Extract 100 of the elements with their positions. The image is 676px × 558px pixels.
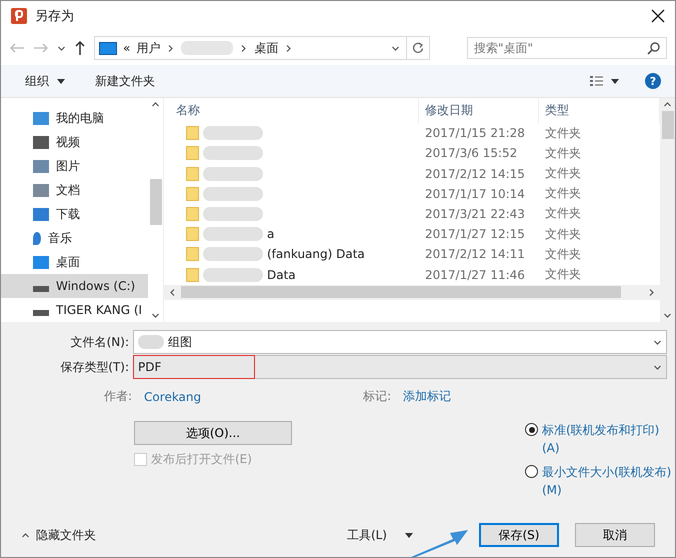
chevron-icon — [239, 44, 248, 52]
redaction-blur — [203, 166, 263, 181]
folder-icon — [186, 166, 199, 181]
redaction-blur — [203, 126, 263, 140]
radio-option[interactable]: 最小文件大小(联机发布)(M) — [525, 463, 675, 499]
author-link[interactable]: Corekang — [144, 390, 202, 404]
scrollbar[interactable] — [660, 98, 675, 322]
add-tags-link[interactable]: 添加标记 — [403, 388, 452, 405]
table-cell-text: 文件夹 — [544, 226, 582, 243]
filename-field[interactable]: 组图 — [133, 330, 667, 354]
sidebar-item[interactable]: 音乐 — [1, 226, 148, 250]
organize-menu[interactable]: 组织 — [25, 72, 49, 90]
app-icon — [11, 8, 27, 24]
drive-icon — [33, 310, 49, 316]
sidebar-item[interactable]: 桌面 — [1, 250, 148, 274]
table-cell-text: 2017/1/17 10:14 — [424, 186, 526, 201]
dropdown-icon[interactable] — [653, 362, 662, 372]
table-cell-text: 2017/1/15 21:28 — [424, 126, 526, 140]
table-cell-text: 文件夹 — [544, 124, 582, 142]
folder-icon — [186, 146, 199, 160]
tools-menu[interactable]: 工具(L) — [346, 526, 387, 544]
chevron-icon — [284, 44, 294, 52]
breadcrumb-separator: « — [123, 41, 130, 55]
redaction-blur — [203, 227, 263, 242]
folder-icon — [186, 227, 199, 242]
column-header[interactable]: 修改日期 — [419, 98, 539, 124]
table-cell-text: 2017/2/12 14:11 — [424, 247, 526, 262]
folder-icon — [186, 206, 199, 221]
table-cell-text: 2017/2/12 14:15 — [424, 166, 526, 181]
table-cell-text: 文件夹 — [544, 144, 582, 162]
monitor-icon — [99, 42, 117, 54]
refresh-icon[interactable] — [412, 42, 424, 54]
redaction-blur — [203, 247, 263, 262]
folder-icon — [186, 186, 199, 201]
folder-icon — [186, 268, 199, 282]
folder-icon — [186, 126, 199, 140]
file-type-dropdown[interactable]: PDF — [133, 355, 667, 379]
caret-icon[interactable] — [405, 532, 413, 538]
redaction-blur — [203, 206, 263, 221]
options-button[interactable]: 选项(O)... — [134, 421, 292, 445]
table-cell-text: 文件夹 — [544, 246, 582, 263]
scroll-right-icon[interactable] — [647, 288, 656, 297]
sidebar-item[interactable]: 视频 — [1, 130, 148, 154]
save-button[interactable]: 保存(S) — [479, 523, 559, 547]
scroll-down-icon[interactable] — [151, 311, 160, 320]
monitor-icon — [33, 112, 49, 124]
address-bar[interactable]: « 用户 桌面 — [94, 36, 430, 60]
scroll-thumb[interactable] — [662, 111, 674, 139]
dropdown-icon[interactable] — [653, 338, 662, 346]
breadcrumb-item[interactable]: 用户 — [136, 40, 160, 56]
caret-icon[interactable] — [57, 78, 65, 84]
caret-icon[interactable] — [57, 44, 66, 52]
folder-icon — [186, 247, 199, 262]
sidebar-item[interactable]: 文档 — [1, 178, 148, 202]
table-cell-text: 2017/3/21 22:43 — [424, 206, 526, 221]
redaction-blur — [203, 186, 263, 201]
chevron-up-icon[interactable] — [21, 530, 30, 540]
file-name[interactable]: Data — [267, 268, 296, 282]
radio-option[interactable]: 标准(联机发布和打印)(A) — [525, 421, 675, 457]
scroll-up-icon[interactable] — [151, 100, 160, 109]
close-icon[interactable] — [651, 9, 665, 23]
hide-folders-button[interactable]: 隐藏文件夹 — [36, 526, 96, 544]
sidebar-item[interactable]: 我的电脑 — [1, 106, 148, 130]
sidebar-item[interactable]: 图片 — [1, 154, 148, 178]
view-options-icon[interactable] — [589, 75, 619, 87]
drive-icon — [33, 286, 49, 292]
cancel-button[interactable]: 取消 — [575, 523, 655, 547]
table-cell-text: 文件夹 — [544, 185, 582, 202]
table-cell-text: 文件夹 — [544, 205, 582, 222]
scroll-left-icon[interactable] — [168, 288, 177, 297]
column-header[interactable]: 名称 — [164, 98, 419, 124]
search-field[interactable]: 搜索"桌面" — [467, 37, 667, 59]
desktop-icon — [33, 256, 49, 268]
breadcrumb-item[interactable]: 桌面 — [254, 40, 278, 56]
new-folder-button[interactable]: 新建文件夹 — [95, 72, 155, 90]
field-label: 保存类型(T): — [59, 358, 130, 376]
scroll-thumb[interactable] — [150, 179, 162, 225]
up-arrow-icon[interactable] — [74, 40, 86, 56]
help-icon[interactable]: ? — [645, 73, 661, 89]
table-cell-text: 2017/1/27 12:15 — [424, 227, 526, 242]
chevron-icon — [166, 44, 176, 52]
file-name[interactable]: (fankuang) Data — [267, 247, 365, 262]
table-cell-text: 文件夹 — [544, 165, 582, 182]
sidebar-item[interactable]: TIGER KANG (I — [1, 298, 148, 322]
scrollbar[interactable] — [164, 284, 660, 300]
scroll-down-icon[interactable] — [663, 311, 672, 320]
redaction-blur — [181, 41, 234, 55]
scroll-up-icon[interactable] — [663, 100, 672, 109]
window-title: 另存为 — [35, 8, 75, 25]
file-name[interactable]: a — [267, 227, 274, 242]
field-label: 标记: — [363, 388, 392, 405]
field-label: 文件名(N): — [70, 334, 130, 350]
redaction-blur — [203, 268, 263, 282]
search-icon — [647, 41, 661, 55]
sidebar-item[interactable]: 下载 — [1, 202, 148, 226]
table-cell-text: 文件夹 — [544, 266, 582, 284]
dropdown-icon[interactable] — [391, 44, 400, 52]
table-cell-text: 2017/3/6 15:52 — [424, 146, 518, 160]
sidebar-item[interactable]: Windows (C:) — [1, 274, 148, 298]
redaction-blur — [203, 146, 263, 160]
